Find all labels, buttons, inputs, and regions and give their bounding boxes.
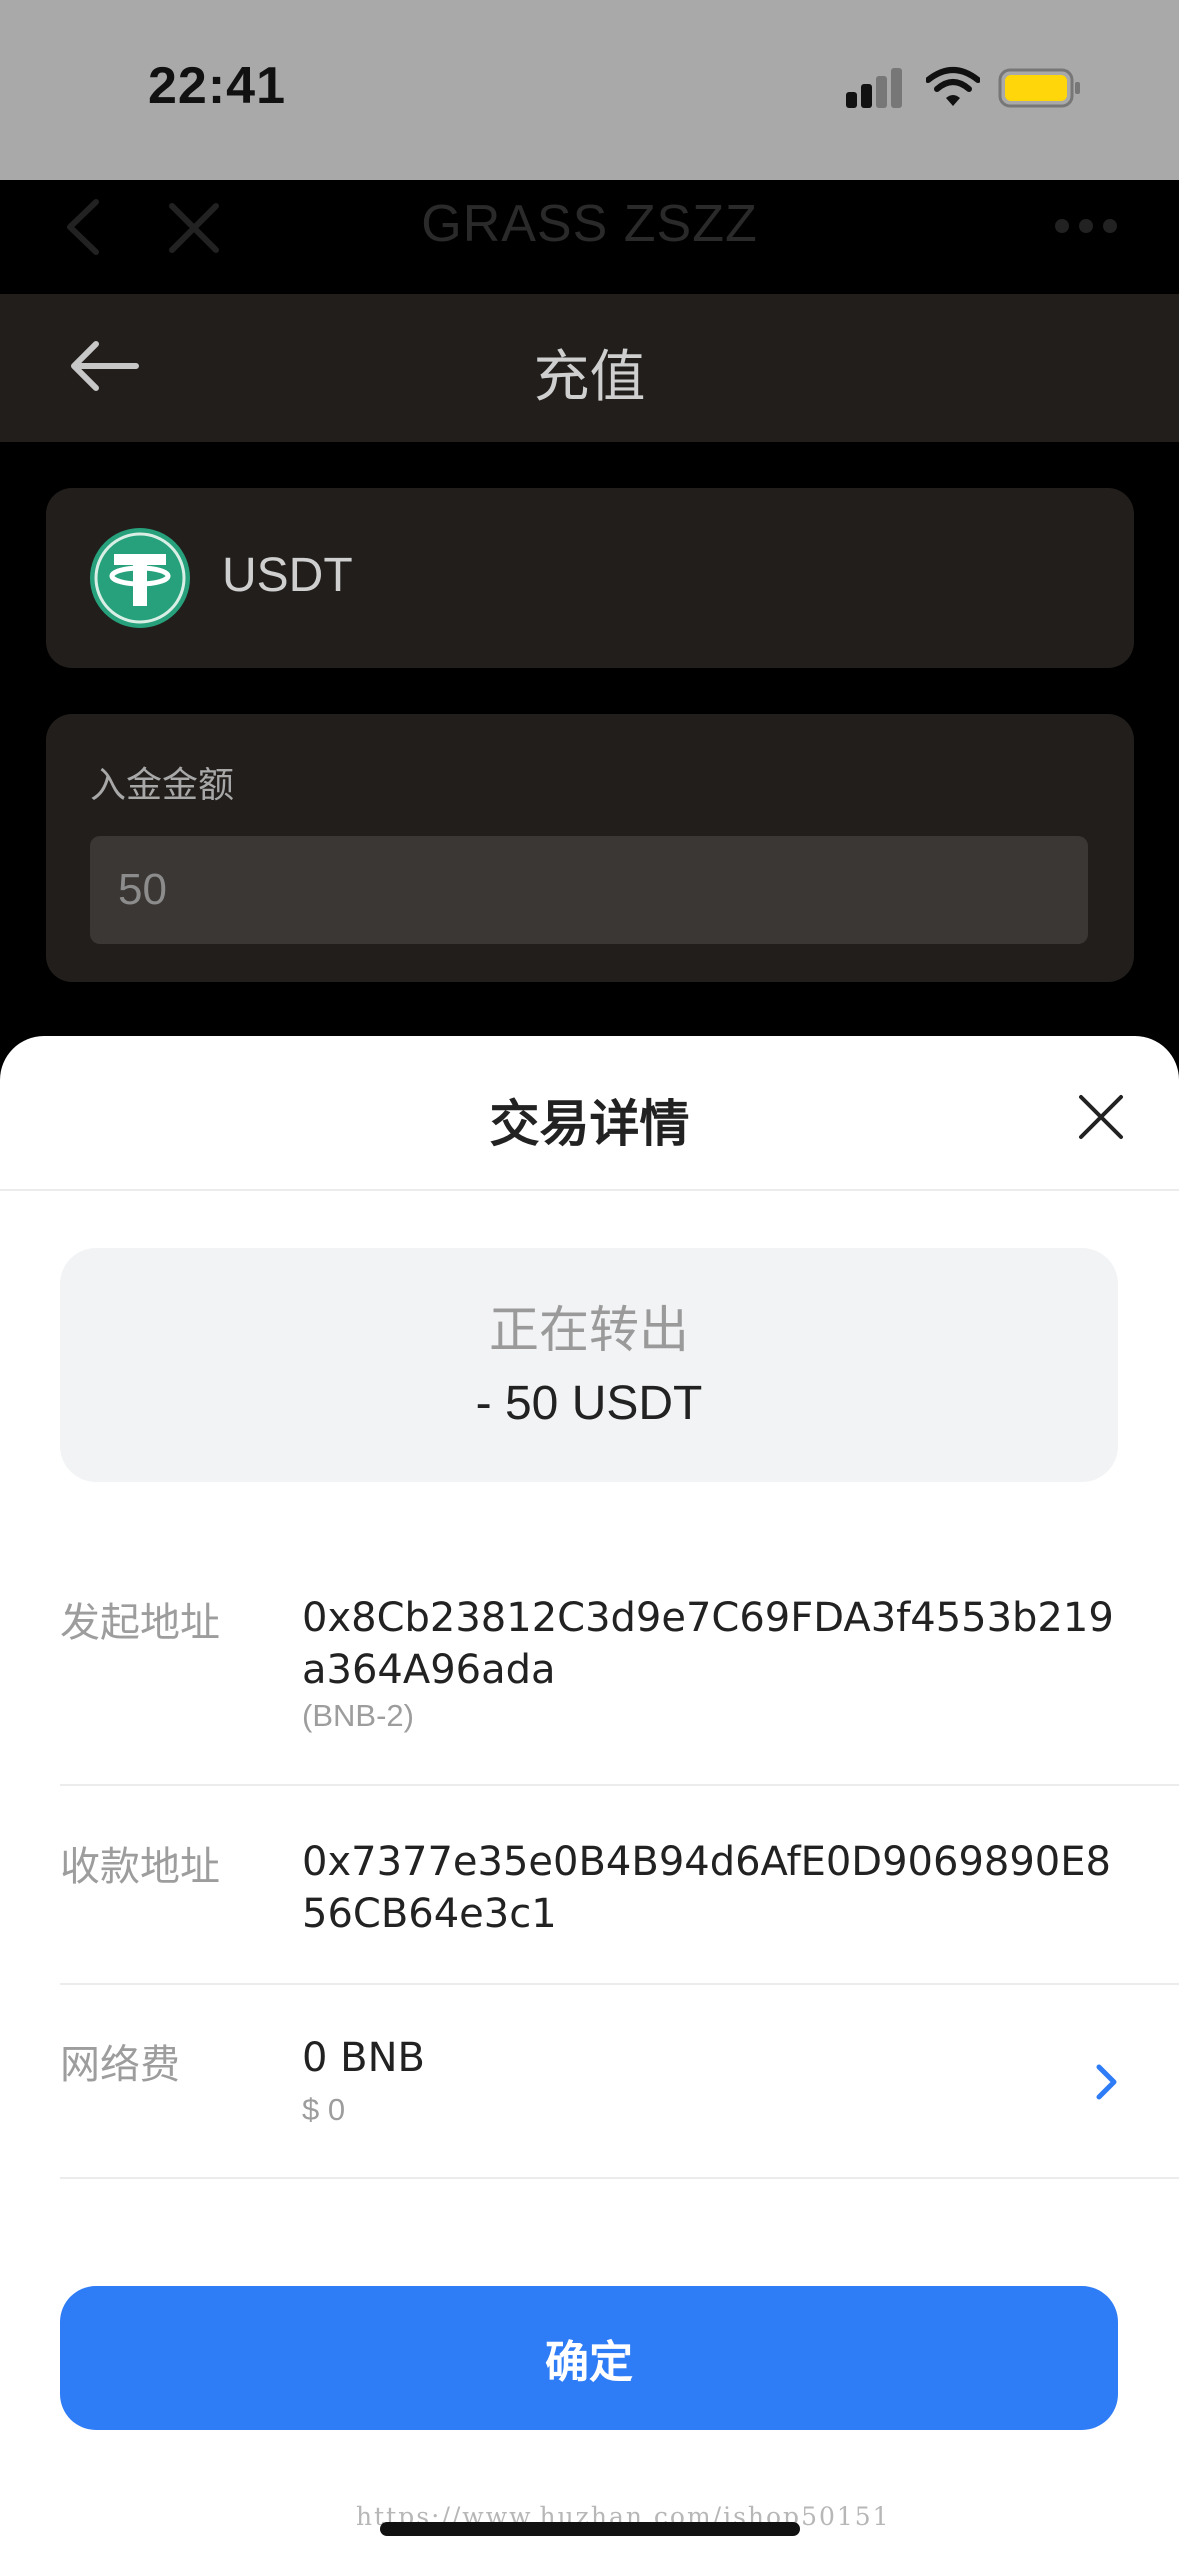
wifi-icon <box>926 67 980 106</box>
amount-input[interactable] <box>90 836 1088 944</box>
usdt-logo-icon <box>90 528 190 628</box>
more-icon[interactable] <box>1052 214 1120 238</box>
transfer-amount: - 50 USDT <box>475 1377 703 1430</box>
transfer-summary <box>60 1248 1118 1482</box>
chevron-right-icon[interactable] <box>1094 2062 1120 2102</box>
app-title: 充值 <box>533 345 646 408</box>
network-fee-usd: $ 0 <box>302 2092 346 2127</box>
status-time: 22:41 <box>148 57 286 115</box>
to-address-value: 0x7377e35e0B4B94d6AfE0D9069890E856CB64e3… <box>302 1839 1111 1937</box>
browser-title: GRASS ZSZZ <box>421 195 758 253</box>
coin-name: USDT <box>222 549 353 602</box>
sheet-title: 交易详情 <box>489 1096 690 1152</box>
signal-icon <box>846 68 902 108</box>
coin-selector[interactable] <box>46 488 1134 668</box>
amount-label: 入金金额 <box>90 764 235 805</box>
transfer-status: 正在转出 <box>489 1302 689 1358</box>
network-fee-value[interactable]: 0 BNB <box>302 2032 1122 2084</box>
battery-icon <box>998 68 1080 108</box>
from-address-value: 0x8Cb23812C3d9e7C69FDA3f4553b219a364A96a… <box>302 1595 1114 1693</box>
divider <box>60 1784 1179 1786</box>
from-network: (BNB-2) <box>302 1698 414 1733</box>
network-fee-label: 网络费 <box>60 2043 180 2087</box>
divider <box>60 1983 1179 1985</box>
from-address-label: 发起地址 <box>60 1601 220 1645</box>
close-icon[interactable] <box>1076 1092 1126 1142</box>
divider <box>60 2177 1179 2179</box>
confirm-button[interactable]: 确定 <box>60 2286 1118 2430</box>
to-address-label: 收款地址 <box>60 1845 220 1889</box>
home-indicator <box>380 2522 800 2536</box>
divider <box>0 1189 1179 1191</box>
